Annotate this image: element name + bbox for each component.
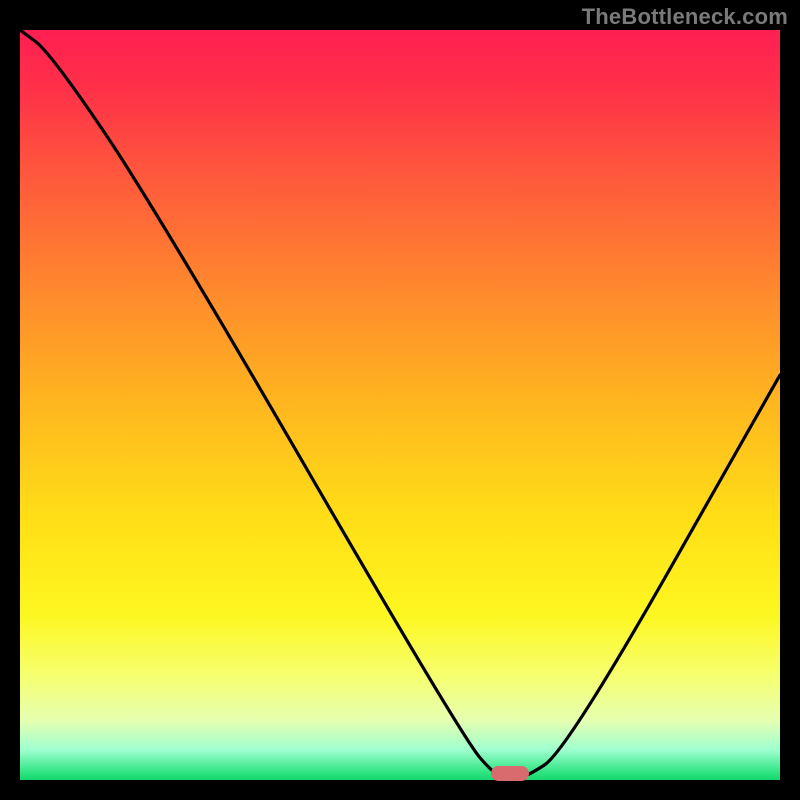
curve-path [20, 30, 780, 780]
chart-frame: TheBottleneck.com [0, 0, 800, 800]
plot-area [20, 30, 780, 780]
bottleneck-curve [20, 30, 780, 780]
optimal-range-marker [491, 766, 529, 781]
watermark-text: TheBottleneck.com [582, 4, 788, 30]
